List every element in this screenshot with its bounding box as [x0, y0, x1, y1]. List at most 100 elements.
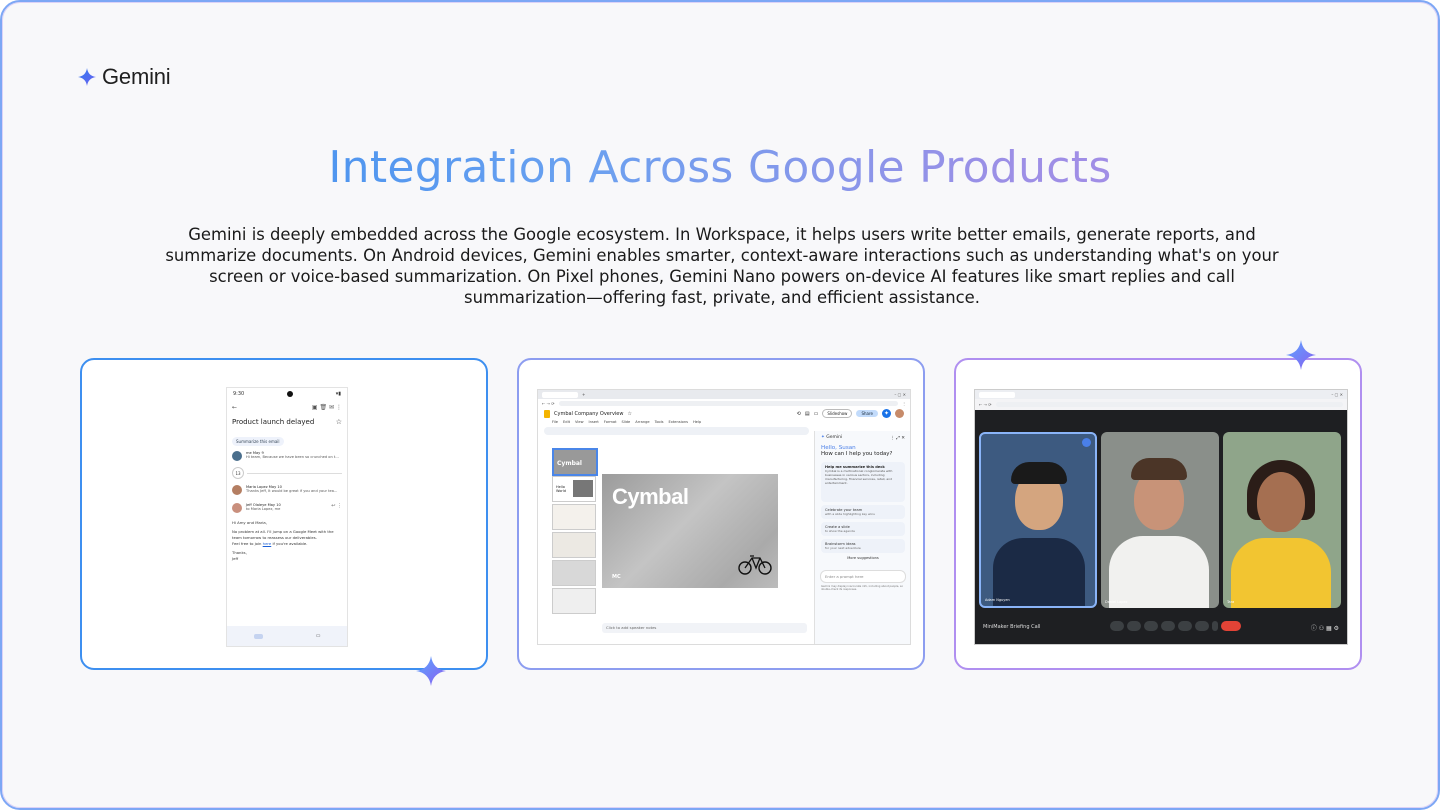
mail-icon[interactable]: ✉ [329, 404, 334, 411]
message-row[interactable]: Jeff Olaleye May 10 to Maria Lopez, me ↩… [227, 499, 347, 517]
slide-thumbnail[interactable]: Cymbal [552, 448, 598, 476]
nav-arrows-icon[interactable]: ← → ⟳ [542, 401, 555, 406]
menu-item[interactable]: Extensions [668, 420, 688, 424]
more-icon[interactable]: ⋮ [336, 404, 342, 411]
suggestion-card[interactable]: Create a slide to show the agenda [821, 522, 905, 536]
present-button[interactable] [1178, 621, 1193, 631]
url-field[interactable] [558, 400, 898, 406]
meet-icon[interactable]: ▭ [814, 411, 819, 417]
collapsed-count[interactable]: 13 [232, 467, 244, 479]
reply-icon[interactable]: ↩ ⋮ [331, 503, 342, 509]
menu-item[interactable]: Insert [589, 420, 599, 424]
more-suggestions-link[interactable]: More suggestions [815, 556, 910, 560]
gemini-side-panel: ✦ Gemini ⋮ ⤢ ✕ Hello, Susan How can I he… [814, 431, 910, 644]
main-slide[interactable]: Cymbal MC [602, 474, 778, 588]
suggestion-card[interactable]: Brainstorm ideas for your next adventure [821, 539, 905, 553]
menu-item[interactable]: Edit [563, 420, 570, 424]
comment-icon[interactable]: ▤ [805, 411, 810, 417]
nav-arrows-icon[interactable]: ← → ⟳ [979, 402, 992, 407]
mic-button[interactable] [1110, 621, 1125, 631]
menu-item[interactable]: File [552, 420, 558, 424]
message-row[interactable]: Maria Lopez May 10 Thanks Jeff, It would… [227, 481, 347, 499]
menu-item[interactable]: Help [693, 420, 701, 424]
emoji-button[interactable] [1161, 621, 1176, 631]
captions-button[interactable] [1144, 621, 1159, 631]
page-title: Integration Across Google Products [2, 142, 1438, 193]
window-controls-icon[interactable]: – ▢ ✕ [1331, 392, 1343, 397]
share-button[interactable]: Share [856, 410, 878, 417]
mail-tab-icon[interactable] [253, 633, 263, 639]
slide-thumbnail[interactable] [552, 560, 596, 586]
call-name: MiniMaker Briefing Call [983, 624, 1041, 630]
page-description: Gemini is deeply embedded across the Goo… [165, 225, 1279, 307]
message-recipients: to Maria Lopez, me [246, 507, 281, 511]
meet-side-icons[interactable]: ⓘ ⚇ ▦ ⚙ [1311, 623, 1339, 632]
suggestion-card[interactable]: Celebrate your team with a slide highlig… [821, 505, 905, 519]
gemini-icon: ✦ [821, 435, 825, 440]
avatar [232, 451, 242, 461]
end-call-button[interactable] [1221, 621, 1242, 631]
menu-item[interactable]: Format [604, 420, 617, 424]
suggestion-text: Cymbal is a multinational conglomerate w… [825, 469, 893, 485]
slide-thumbnail[interactable]: Hello World [552, 476, 596, 502]
history-icon[interactable]: ⟲ [797, 411, 801, 417]
avatar[interactable] [895, 409, 904, 418]
slide-thumbnail[interactable] [552, 504, 596, 530]
slide-thumbnail[interactable] [552, 532, 596, 558]
email-toolbar: ← ▣ 🗑 ✉ ⋮ [227, 400, 347, 414]
panel-controls-icon[interactable]: ⋮ ⤢ ✕ [890, 435, 905, 441]
collapsed-divider[interactable]: 13 [227, 465, 347, 481]
speaker-notes[interactable]: Click to add speaker notes [602, 623, 807, 633]
avatar [232, 485, 242, 495]
archive-icon[interactable]: ▣ [312, 404, 318, 411]
meet-tab-icon[interactable]: ▭ [316, 633, 321, 639]
participant-tile[interactable]: Daniel Lopez [1101, 432, 1219, 608]
participant-tile[interactable]: Adam Nguyen [979, 432, 1097, 608]
slide-logo: MC [612, 574, 621, 580]
doc-title[interactable]: Cymbal Company Overview [554, 411, 623, 417]
message-row[interactable]: me May 9 Hi team, Because we have been s… [227, 447, 347, 465]
slide-frame: Gemini Integration Across Google Product… [0, 0, 1440, 810]
browser-tab[interactable] [542, 391, 578, 398]
email-line: Feel free to join here if you're availab… [232, 541, 308, 546]
menu-item[interactable]: Slide [622, 420, 631, 424]
brand: Gemini [78, 64, 171, 90]
slides-browser-window: + – ▢ ✕ ← → ⟳ ⋮ Cymbal Company Overview … [537, 389, 911, 645]
slides-header: Cymbal Company Overview ☆ ⟲ ▤ ▭ Slidesho… [538, 407, 910, 420]
browser-tabs: + – ▢ ✕ [538, 390, 910, 399]
participant-tile[interactable]: Tara [1223, 432, 1341, 608]
bottom-nav: ▭ [227, 626, 347, 646]
suggestion-card[interactable]: Help me summarize this deck Cymbal is a … [821, 462, 905, 502]
camera-button[interactable] [1127, 621, 1142, 631]
browser-menu-icon[interactable]: ⋮ [902, 401, 906, 406]
slideshow-button[interactable]: Slideshow [822, 409, 853, 418]
back-arrow-icon[interactable]: ← [232, 404, 237, 411]
avatar [232, 503, 242, 513]
summarize-email-chip[interactable]: Summarize this email [232, 437, 284, 446]
prompt-input[interactable]: Enter a prompt here [820, 570, 906, 583]
new-tab-icon[interactable]: + [582, 392, 585, 397]
delete-icon[interactable]: 🗑 [320, 404, 328, 411]
toolbar[interactable] [544, 427, 809, 435]
browser-tab[interactable] [979, 391, 1015, 398]
menu-item[interactable]: Arrange [635, 420, 649, 424]
address-bar: ← → ⟳ ⋮ [538, 399, 910, 407]
email-link[interactable]: here [263, 541, 272, 546]
slide-thumbnail[interactable] [552, 588, 596, 614]
menu-item[interactable]: Tools [655, 420, 664, 424]
message-snippet: Thanks Jeff, It would be great if you an… [246, 489, 338, 493]
panel-header: ✦ Gemini ⋮ ⤢ ✕ [815, 431, 910, 445]
meet-card: – ▢ ✕ ← → ⟳ Adam Nguyen Daniel Lopez Tar… [954, 340, 1362, 670]
menu-item[interactable]: View [575, 420, 584, 424]
gemini-button[interactable]: ✦ [882, 409, 891, 418]
more-options-button[interactable] [1212, 621, 1219, 631]
status-time: 9:30 [233, 391, 245, 397]
url-field[interactable] [995, 402, 1343, 407]
star-icon[interactable]: ☆ [627, 411, 631, 417]
raise-hand-button[interactable] [1195, 621, 1210, 631]
participant-name: Daniel Lopez [1105, 600, 1128, 604]
email-greeting: Hi Amy and Maria, [232, 520, 267, 525]
gemini-sparkle-icon [78, 68, 96, 86]
star-icon[interactable]: ☆ [336, 418, 342, 426]
window-controls-icon[interactable]: – ▢ ✕ [894, 392, 906, 397]
